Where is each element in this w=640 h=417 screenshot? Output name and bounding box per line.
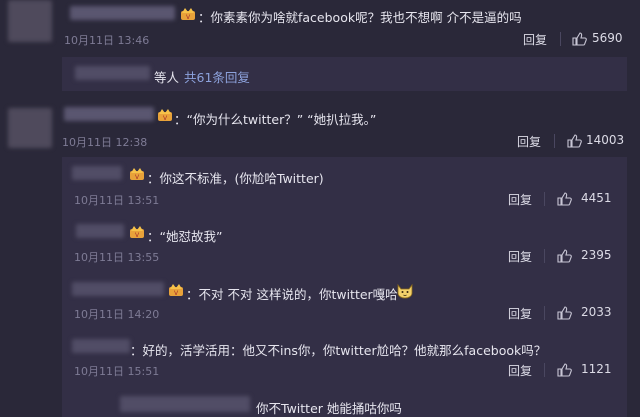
reply-time: 10月11日 14:20 [74, 308, 160, 321]
crown-badge-icon: V [169, 284, 183, 297]
divider [544, 249, 545, 263]
crown-badge-icon: V [181, 8, 195, 21]
reply-username[interactable] [76, 224, 124, 238]
thumb-up-icon[interactable] [556, 305, 572, 321]
reply-button[interactable]: 回复 [508, 305, 532, 322]
reply-button[interactable]: 回复 [508, 362, 532, 379]
reply-button[interactable]: 回复 [517, 133, 541, 150]
thumb-up-icon[interactable] [571, 31, 587, 47]
crown-badge-icon: V [130, 168, 144, 181]
more-replies-link[interactable]: 共61条回复 [184, 67, 250, 86]
reply-username[interactable] [75, 66, 150, 80]
avatar[interactable] [8, 108, 52, 148]
comment-time: 10月11日 13:46 [64, 34, 150, 47]
reply-text: ：“她怼故我” [147, 229, 223, 244]
thumb-up-icon[interactable] [566, 133, 582, 149]
crown-badge-icon: V [158, 109, 172, 122]
reply-username[interactable] [72, 339, 130, 353]
like-count: 4451 [581, 191, 612, 205]
reply-button[interactable]: 回复 [523, 31, 547, 48]
reply-text: 你不Twitter 她能捅咕你吗 [256, 401, 402, 416]
reply-username[interactable] [120, 396, 250, 412]
divider [554, 134, 555, 148]
reply-time: 10月11日 15:51 [74, 365, 160, 378]
like-count: 14003 [586, 133, 625, 147]
crown-badge-icon: V [130, 226, 144, 239]
divider [544, 192, 545, 206]
more-replies-prefix: 等人 [154, 70, 180, 85]
avatar[interactable] [8, 0, 52, 42]
reply-time: 10月11日 13:55 [74, 251, 160, 264]
divider [544, 363, 545, 377]
reply-time: 10月11日 13:51 [74, 194, 160, 207]
like-count: 2395 [581, 248, 612, 262]
thumb-up-icon[interactable] [556, 191, 572, 207]
username[interactable] [70, 6, 175, 20]
like-count: 1121 [581, 362, 612, 376]
reply-button[interactable]: 回复 [508, 191, 532, 208]
reply-username[interactable] [72, 282, 164, 296]
comment-feed: { "comments": [ { "text": "：你素素你为啥就faceb… [0, 0, 640, 417]
reply-button[interactable]: 回复 [508, 248, 532, 265]
reply-username[interactable] [72, 166, 122, 180]
comment-time: 10月11日 12:38 [62, 136, 148, 149]
comment-text: ：“你为什么twitter？” “她扒拉我。” [174, 112, 377, 127]
divider [560, 32, 561, 46]
reply-text: ：你这不标准，(你尬哈Twitter) [147, 171, 324, 186]
cat-face-emoji-icon [397, 283, 413, 299]
username[interactable] [64, 107, 154, 121]
reply-text: ：好的，活学活用：他又不ins你，你twitter尬哈？他就那么facebook… [130, 343, 547, 358]
divider [544, 306, 545, 320]
like-count: 2033 [581, 305, 612, 319]
like-count: 5690 [592, 31, 623, 45]
reply-text: ：不对 不对 这样说的，你twitter嘎哈 [186, 287, 398, 302]
comment-text: ：你素素你为啥就facebook呢？我也不想啊 介不是逼的吗 [198, 10, 522, 25]
thumb-up-icon[interactable] [556, 248, 572, 264]
thumb-up-icon[interactable] [556, 362, 572, 378]
